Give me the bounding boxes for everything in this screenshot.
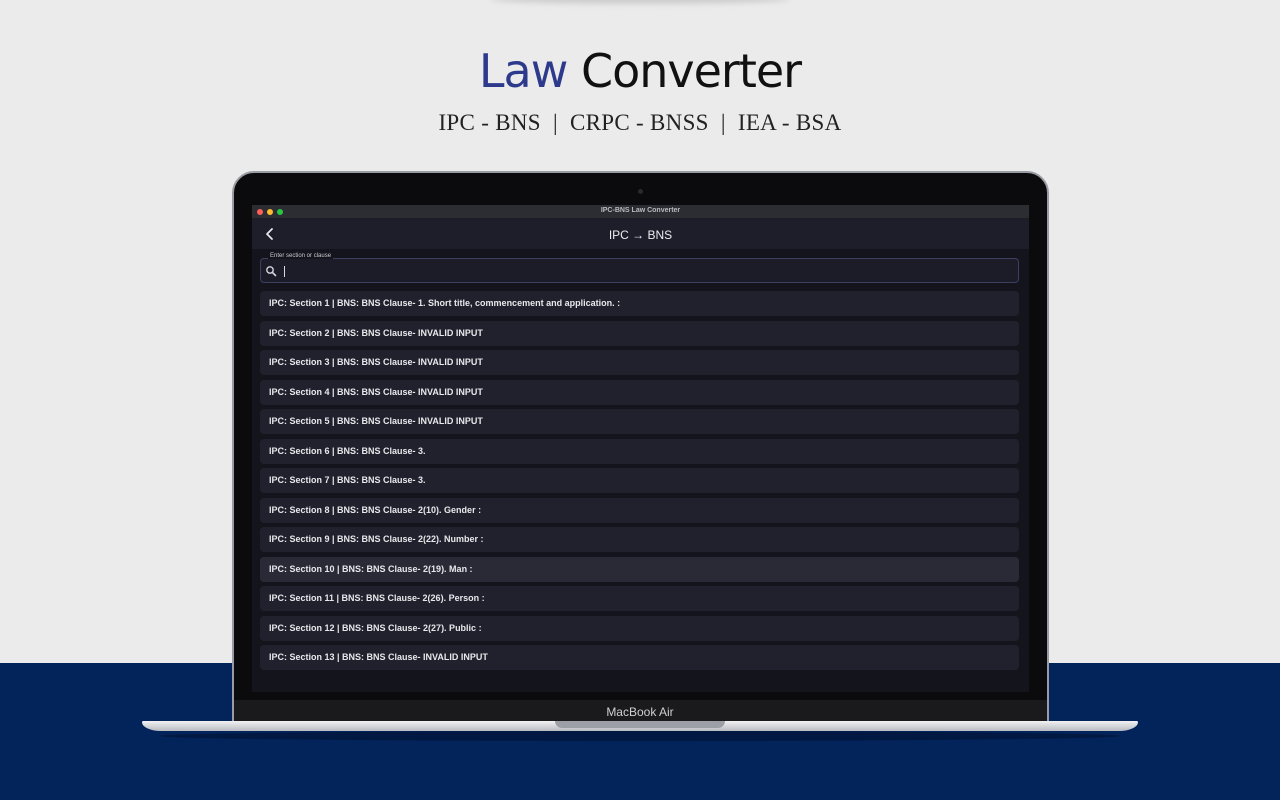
list-item[interactable]: IPC: Section 3 | BNS: BNS Clause- INVALI…: [260, 350, 1019, 375]
device-label: MacBook Air: [606, 705, 674, 719]
text-caret: [284, 266, 285, 277]
search-field[interactable]: Enter section or clause: [260, 253, 1019, 283]
app-window: IPC-BNS Law Converter IPC → BNS Enter se…: [252, 205, 1029, 692]
list-item[interactable]: IPC: Section 1 | BNS: BNS Clause- 1. Sho…: [260, 291, 1019, 316]
list-item[interactable]: IPC: Section 11 | BNS: BNS Clause- 2(26)…: [260, 586, 1019, 611]
title-accent: Law: [478, 44, 568, 98]
results-list: IPC: Section 1 | BNS: BNS Clause- 1. Sho…: [260, 291, 1019, 689]
title-rest: Converter: [580, 44, 802, 98]
list-item[interactable]: IPC: Section 5 | BNS: BNS Clause- INVALI…: [260, 409, 1019, 434]
search-icon: [266, 266, 277, 277]
app-bar: IPC → BNS: [252, 219, 1029, 249]
list-item[interactable]: IPC: Section 10 | BNS: BNS Clause- 2(19)…: [260, 556, 1019, 582]
list-item[interactable]: IPC: Section 13 | BNS: BNS Clause- INVAL…: [260, 645, 1019, 670]
list-item[interactable]: IPC: Section 4 | BNS: BNS Clause- INVALI…: [260, 379, 1019, 405]
page-title: Law Converter: [0, 44, 1280, 98]
page-subtitle: IPC - BNS | CRPC - BNSS | IEA - BSA: [438, 110, 842, 135]
list-item[interactable]: IPC: Section 9 | BNS: BNS Clause- 2(22).…: [260, 527, 1019, 552]
list-item[interactable]: IPC: Section 8 | BNS: BNS Clause- 2(10).…: [260, 497, 1019, 523]
laptop-shadow: [160, 731, 1120, 741]
list-item[interactable]: IPC: Section 12 | BNS: BNS Clause- 2(27)…: [260, 615, 1019, 641]
laptop-notch: [555, 721, 725, 728]
list-item[interactable]: IPC: Section 6 | BNS: BNS Clause- 3.: [260, 438, 1019, 464]
list-item[interactable]: IPC: Section 2 | BNS: BNS Clause- INVALI…: [260, 320, 1019, 346]
search-label: Enter section or clause: [268, 253, 334, 259]
window-titlebar: IPC-BNS Law Converter: [252, 205, 1029, 219]
screen-title: IPC → BNS: [608, 228, 673, 242]
window-title: IPC-BNS Law Converter: [600, 207, 681, 214]
list-item[interactable]: IPC: Section 7 | BNS: BNS Clause- 3.: [260, 468, 1019, 493]
camera-icon: [638, 189, 643, 194]
decorative-shadow: [490, 0, 790, 4]
search-input[interactable]: [283, 263, 1003, 279]
